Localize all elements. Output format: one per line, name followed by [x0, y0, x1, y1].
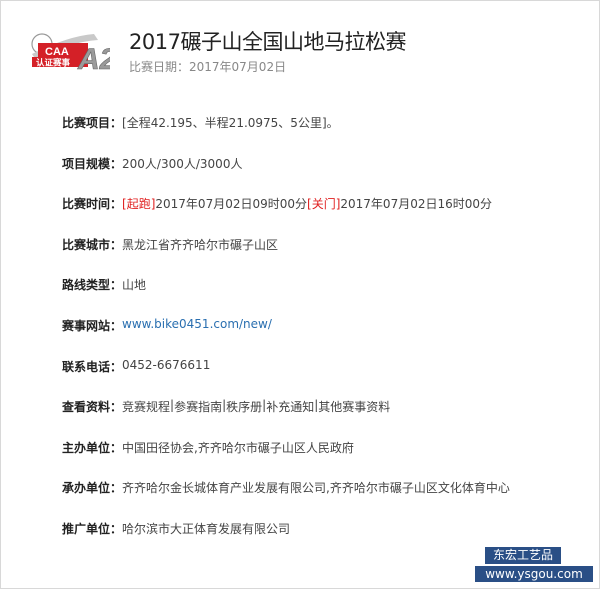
doc-link-program[interactable]: 秩序册 — [226, 398, 262, 415]
info-row-scale: 项目规模： 200人/300人/3000人 — [62, 155, 592, 196]
info-row-city: 比赛城市： 黑龙江省齐齐哈尔市碾子山区 — [62, 236, 592, 277]
row-label: 承办单位： — [62, 481, 123, 496]
level-text: A2 — [77, 43, 110, 72]
info-row-route-type: 路线类型： 山地 — [62, 276, 592, 317]
row-label: 比赛时间： — [62, 197, 123, 212]
info-row-host: 承办单位： 齐齐哈尔金长城体育产业发展有限公司,齐齐哈尔市碾子山区文化体育中心 — [62, 479, 592, 520]
cert-text: 认证赛事 — [36, 58, 71, 69]
row-label: 比赛项目： — [62, 116, 123, 130]
info-row-documents: 查看资料： 竞赛规程 | 参赛指南 | 秩序册 | 补充通知 | 其他赛事资料 — [62, 398, 592, 439]
info-row-phone: 联系电话： 0452-6676611 — [62, 358, 592, 399]
start-tag: [起跑] — [122, 197, 156, 212]
website-link[interactable]: www.bike0451.com/new/ — [122, 317, 272, 331]
doc-link-notice[interactable]: 补充通知 — [266, 398, 314, 415]
info-row-events: 比赛项目： [全程42.195、半程21.0975、5公里]。 — [62, 114, 592, 155]
race-date: 比赛日期：2017年07月02日 — [129, 60, 287, 74]
caa-text: CAA — [45, 46, 69, 58]
info-row-website: 赛事网站： www.bike0451.com/new/ — [62, 317, 592, 358]
row-label: 比赛城市： — [62, 237, 123, 252]
caa-a2-badge-logo: CAA 认证赛事 A2 — [28, 30, 117, 76]
watermark-name: 东宏工艺品 — [485, 547, 561, 564]
row-value: [全程42.195、半程21.0975、5公里]。 — [122, 116, 339, 130]
row-label: 赛事网站： — [62, 318, 123, 333]
row-value: 200人/300人/3000人 — [122, 156, 243, 171]
row-label: 主办单位： — [62, 440, 123, 455]
row-label: 查看资料： — [62, 400, 123, 415]
doc-link-other[interactable]: 其他赛事资料 — [318, 398, 390, 415]
doc-link-rules[interactable]: 竞赛规程 — [122, 398, 170, 415]
row-value: 中国田径协会,齐齐哈尔市碾子山区人民政府 — [122, 440, 354, 455]
end-tag: [关门] — [307, 197, 341, 212]
watermark-url: www.ysgou.com — [475, 566, 593, 582]
row-value: 0452-6676611 — [122, 357, 211, 372]
end-time: 2017年07月02日16时00分 — [340, 197, 493, 212]
race-info-list: 比赛项目： [全程42.195、半程21.0975、5公里]。 项目规模： 20… — [62, 114, 592, 561]
row-value: 哈尔滨市大正体育发展有限公司 — [122, 521, 291, 536]
row-value: 山地 — [122, 278, 147, 293]
start-time: 2017年07月02日09时00分 — [155, 197, 308, 212]
row-label: 联系电话： — [62, 359, 123, 374]
doc-link-guide[interactable]: 参赛指南 — [174, 398, 222, 415]
row-label: 项目规模： — [62, 156, 123, 171]
info-row-time: 比赛时间： [起跑] 2017年07月02日09时00分 [关门] 2017年0… — [62, 195, 592, 236]
info-row-organizer: 主办单位： 中国田径协会,齐齐哈尔市碾子山区人民政府 — [62, 439, 592, 480]
row-value: 黑龙江省齐齐哈尔市碾子山区 — [122, 237, 279, 252]
row-label: 路线类型： — [62, 278, 123, 293]
page-title: 2017碾子山全国山地马拉松赛 — [129, 30, 406, 54]
watermark: 东宏工艺品 www.ysgou.com — [475, 547, 593, 584]
row-value: 齐齐哈尔金长城体育产业发展有限公司,齐齐哈尔市碾子山区文化体育中心 — [122, 481, 510, 496]
row-label: 推广单位： — [62, 521, 123, 536]
